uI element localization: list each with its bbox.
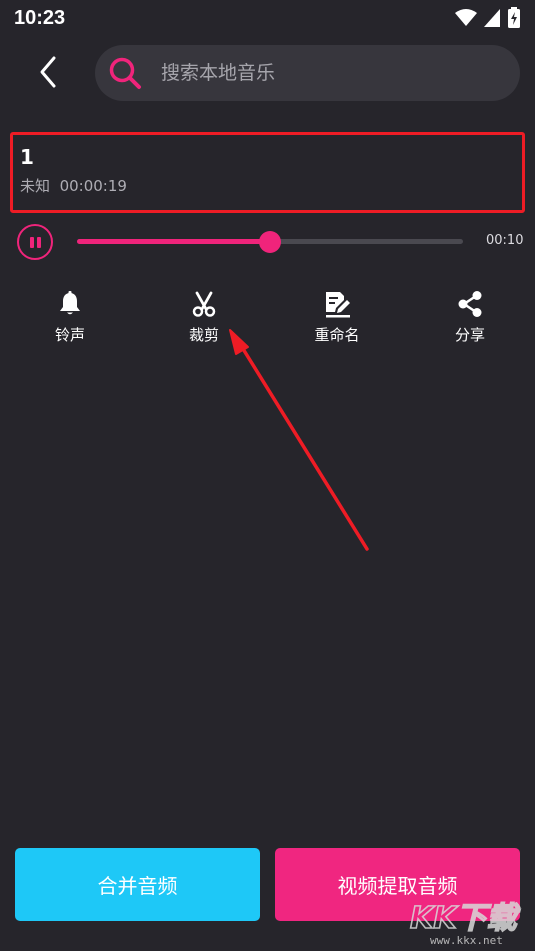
merge-audio-label: 合并音频 (97, 874, 178, 898)
extract-audio-label: 视频提取音频 (337, 874, 458, 898)
watermark: KK下载 www.kkx.net (408, 898, 523, 948)
annotation-arrow (229, 329, 369, 551)
svg-text:KK下载: KK下载 (410, 901, 520, 934)
merge-audio-button[interactable]: 合并音频 (15, 848, 260, 921)
watermark-site: www.kkx.net (430, 934, 503, 947)
watermark-logo: KK下载 (409, 900, 521, 937)
